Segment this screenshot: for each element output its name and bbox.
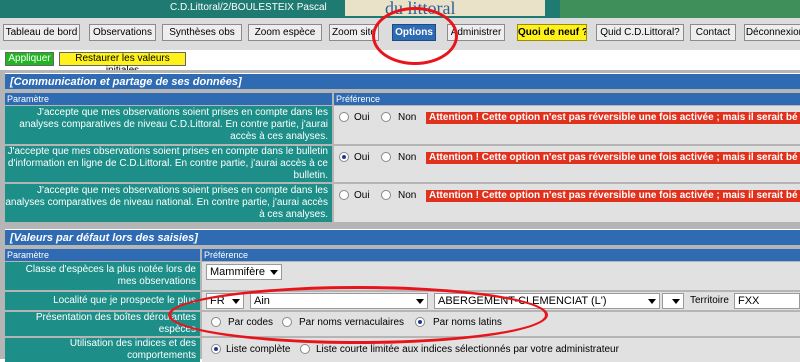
pref-analyses-national: Oui Non Attention ! Cette option n'est p…	[334, 184, 800, 222]
tab-observations[interactable]: Observations	[89, 24, 156, 41]
chevron-down-icon	[416, 299, 424, 304]
param-analyses-cdl: J'accepte que mes observations soient pr…	[5, 106, 332, 144]
tab-tableau-de-bord[interactable]: Tableau de bord	[3, 24, 80, 41]
param-species-class: Classe d'espèces la plus notée lors de m…	[5, 262, 200, 290]
country-select[interactable]: FR	[206, 293, 244, 309]
radio-oui-analyses-cdl[interactable]	[339, 112, 349, 122]
radio-non-bulletin[interactable]	[381, 152, 391, 162]
user-identity: C.D.Littoral/2/BOULESTEIX Pascal	[170, 2, 327, 13]
tab-quid[interactable]: Quid C.D.Littoral?	[596, 24, 684, 41]
radio-par-noms-vernaculaires[interactable]	[282, 317, 292, 327]
param-presentation: Présentation des boîtes déroulantes espè…	[5, 312, 200, 336]
label-oui: Oui	[354, 190, 370, 201]
column-header-parametre: Paramètre	[5, 249, 200, 261]
tab-deconnexion[interactable]: Déconnexion	[744, 24, 800, 41]
radio-par-codes[interactable]	[211, 317, 221, 327]
section-defaults-title: [Valeurs par défaut lors des saisies]	[5, 229, 800, 245]
tab-administrer[interactable]: Administrer	[447, 24, 505, 41]
column-header-preference: Préférence	[202, 249, 800, 261]
pref-indices: Liste complète Liste courte limitée aux …	[202, 338, 800, 362]
pref-bulletin: Oui Non Attention ! Cette option n'est p…	[334, 146, 800, 182]
radio-non-analyses-cdl[interactable]	[381, 112, 391, 122]
pref-presentation: Par codes Par noms vernaculaires Par nom…	[202, 312, 800, 336]
main-navigation: Tableau de bord Observations Synthèses o…	[0, 18, 800, 50]
radio-oui-bulletin[interactable]	[339, 152, 349, 162]
warning-irreversible: Attention ! Cette option n'est pas réver…	[426, 190, 800, 202]
label-par-noms-vernaculaires: Par noms vernaculaires	[299, 317, 405, 328]
tab-zoom-site[interactable]: Zoom site	[329, 24, 379, 41]
column-header-parametre: Paramètre	[5, 93, 332, 105]
label-non: Non	[398, 152, 417, 163]
chevron-down-icon	[232, 299, 240, 304]
pref-analyses-cdl: Oui Non Attention ! Cette option n'est p…	[334, 106, 800, 144]
warning-irreversible: Attention ! Cette option n'est pas réver…	[426, 152, 800, 164]
radio-liste-complete[interactable]	[211, 344, 221, 354]
label-oui: Oui	[354, 152, 370, 163]
label-par-noms-latins: Par noms latins	[433, 317, 502, 328]
tab-quoi-de-neuf[interactable]: Quoi de neuf ?	[517, 24, 587, 41]
commune-select[interactable]: ABERGEMENT-CLEMENCIAT (L')	[434, 293, 660, 309]
chevron-down-icon	[648, 299, 656, 304]
label-oui: Oui	[354, 112, 370, 123]
reset-button[interactable]: Restaurer les valeurs initiales	[59, 52, 186, 76]
territory-input[interactable]: FXX	[734, 293, 800, 309]
radio-liste-courte[interactable]	[300, 344, 310, 354]
action-bar: Appliquer Restaurer les valeurs initiale…	[0, 50, 800, 76]
tab-options[interactable]: Options	[392, 24, 436, 41]
label-non: Non	[398, 112, 417, 123]
label-non: Non	[398, 190, 417, 201]
header-decoration	[560, 0, 800, 18]
param-locality: Localité que je prospecte le plus	[5, 292, 200, 310]
section-communication-title: [Communication et partage de ses données…	[5, 73, 800, 89]
chevron-down-icon	[672, 299, 680, 304]
pref-species-class: Mammifère	[202, 262, 800, 290]
tab-zoom-espece[interactable]: Zoom espèce	[248, 24, 322, 41]
species-class-select[interactable]: Mammifère	[206, 264, 282, 280]
chevron-down-icon	[270, 270, 278, 275]
param-analyses-national: J'accepte que mes observations soient pr…	[5, 184, 332, 222]
radio-oui-analyses-national[interactable]	[339, 190, 349, 200]
tab-syntheses-obs[interactable]: Synthèses obs	[162, 24, 242, 41]
label-par-codes: Par codes	[228, 317, 274, 328]
param-bulletin: J'accepte que mes observations soient pr…	[5, 146, 332, 182]
radio-non-analyses-national[interactable]	[381, 190, 391, 200]
apply-button[interactable]: Appliquer	[5, 52, 54, 66]
header-bar: C.D.Littoral/2/BOULESTEIX Pascal du litt…	[0, 0, 800, 18]
sub-locality-select[interactable]	[662, 293, 684, 309]
territory-label: Territoire	[690, 295, 729, 306]
site-banner: du littoral	[345, 0, 545, 16]
column-header-preference: Préférence	[334, 93, 800, 105]
tab-contact[interactable]: Contact	[690, 24, 736, 41]
warning-irreversible: Attention ! Cette option n'est pas réver…	[426, 112, 800, 124]
label-liste-complete: Liste complète	[226, 344, 291, 355]
radio-par-noms-latins[interactable]	[415, 317, 425, 327]
label-liste-courte: Liste courte limitée aux indices sélecti…	[316, 344, 619, 355]
department-select[interactable]: Ain	[250, 293, 428, 309]
param-indices: Utilisation des indices et des comportem…	[5, 338, 200, 362]
pref-locality: FR Ain ABERGEMENT-CLEMENCIAT (L') Territ…	[202, 292, 800, 310]
